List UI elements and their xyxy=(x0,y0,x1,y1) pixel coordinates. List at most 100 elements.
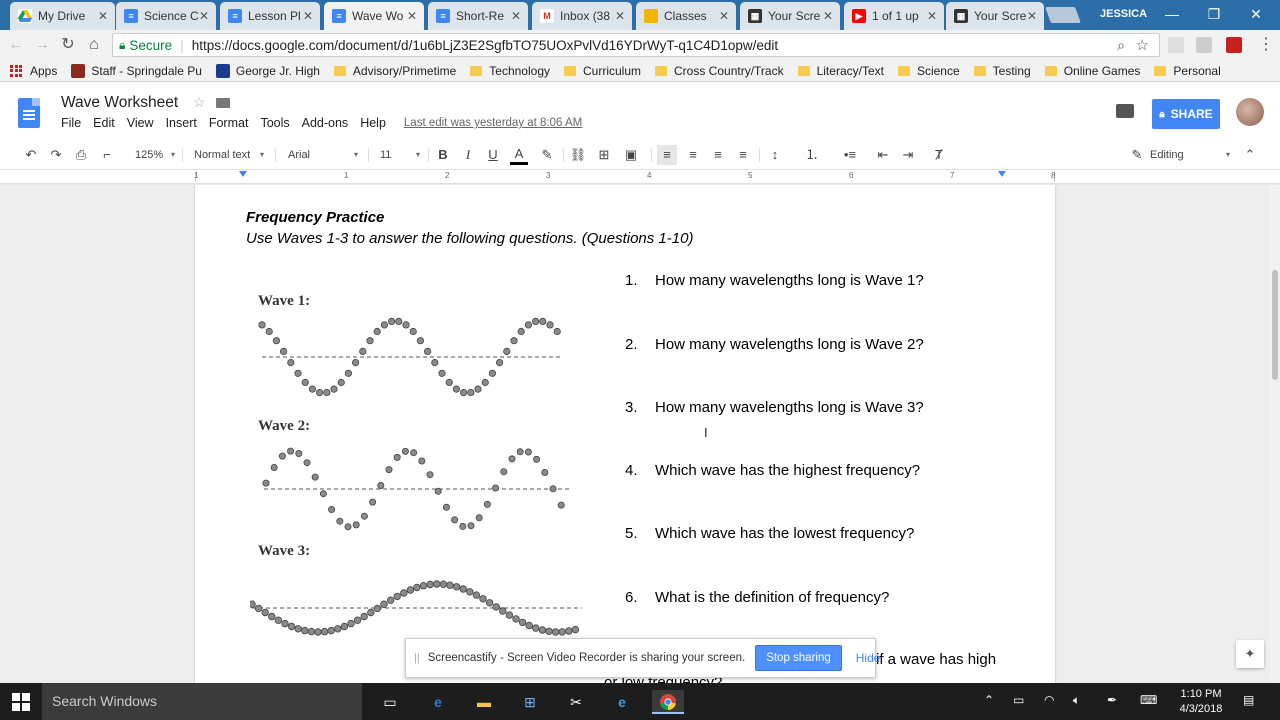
pen-icon[interactable]: ✒ xyxy=(1107,693,1117,707)
windows-start-icon[interactable] xyxy=(12,693,30,711)
keyboard-icon[interactable]: ⌨ xyxy=(1140,693,1157,707)
menu-dots-icon[interactable]: ⋮ xyxy=(1256,35,1276,55)
editing-mode-select[interactable]: Editing ▾ xyxy=(1150,145,1230,165)
bookmark-folder-advisory[interactable]: Advisory/Primetime xyxy=(333,64,456,78)
link-icon[interactable]: ⛓ xyxy=(569,145,587,165)
comment-add-icon[interactable]: ⊞ xyxy=(595,145,613,165)
folder-icon[interactable] xyxy=(216,98,230,108)
waves-figure-image[interactable]: Wave 1: Wave 2: Wave 3: xyxy=(250,285,590,640)
menu-view[interactable]: View xyxy=(127,116,154,130)
menu-add-ons[interactable]: Add-ons xyxy=(302,116,349,130)
underline-icon[interactable]: U xyxy=(485,145,501,165)
close-window-icon[interactable]: ✕ xyxy=(1241,4,1271,24)
minimize-icon[interactable]: — xyxy=(1157,4,1187,24)
image-icon[interactable]: ▣ xyxy=(620,145,642,165)
back-icon[interactable]: ← xyxy=(6,35,26,55)
close-icon[interactable]: ✕ xyxy=(614,9,626,23)
bookmark-folder-cross-country[interactable]: Cross Country/Track xyxy=(655,64,784,78)
hide-link[interactable]: Hide xyxy=(856,651,881,665)
bulleted-list-icon[interactable]: •≡ xyxy=(836,145,864,165)
url-text[interactable]: https://docs.google.com/document/d/1u6bL… xyxy=(192,38,778,53)
wifi-icon[interactable]: ◠ xyxy=(1044,693,1054,707)
edge-icon[interactable]: e xyxy=(426,690,450,714)
undo-icon[interactable]: ↶ xyxy=(22,145,40,165)
reload-icon[interactable]: ↻ xyxy=(58,35,78,55)
tab-classes[interactable]: Classes ✕ xyxy=(636,2,736,30)
internet-explorer-icon[interactable]: e xyxy=(610,690,634,714)
snipping-tool-icon[interactable]: ✂ xyxy=(564,690,588,714)
bookmark-folder-personal[interactable]: Personal xyxy=(1154,64,1221,78)
menu-format[interactable]: Format xyxy=(209,116,249,130)
clock[interactable]: 1:10 PM 4/3/2018 xyxy=(1172,687,1230,717)
bookmark-apps[interactable]: Apps xyxy=(10,64,57,78)
redo-icon[interactable]: ↷ xyxy=(47,145,65,165)
align-justify-icon[interactable]: ≡ xyxy=(733,145,753,165)
battery-icon[interactable]: ▭ xyxy=(1013,693,1024,707)
new-tab-button[interactable] xyxy=(1045,7,1081,23)
zoom-search-icon[interactable]: ⌕ xyxy=(1117,37,1125,54)
tab-your-screen-1[interactable]: ▦ Your Scre ✕ xyxy=(740,2,840,30)
close-icon[interactable]: ✕ xyxy=(822,9,834,23)
windows-search-box[interactable]: Search Windows xyxy=(42,683,362,720)
bookmark-folder-literacy[interactable]: Literacy/Text xyxy=(797,64,884,78)
bookmark-star-icon[interactable]: ☆ xyxy=(1136,36,1149,54)
drag-handle-icon[interactable]: || xyxy=(414,652,420,664)
profile-name[interactable]: JESSICA xyxy=(1100,8,1147,20)
tab-my-drive[interactable]: My Drive ✕ xyxy=(10,2,115,30)
close-icon[interactable]: ✕ xyxy=(302,9,314,23)
font-select[interactable]: Arial ▾ xyxy=(288,145,358,165)
close-icon[interactable]: ✕ xyxy=(926,9,938,23)
notifications-icon[interactable]: ▤ xyxy=(1243,693,1254,707)
align-right-icon[interactable]: ≡ xyxy=(708,145,728,165)
close-icon[interactable]: ✕ xyxy=(718,9,730,23)
share-button[interactable]: 🔒︎ SHARE xyxy=(1152,99,1220,129)
task-view-icon[interactable]: ▭ xyxy=(378,690,402,714)
menu-tools[interactable]: Tools xyxy=(260,116,289,130)
document-title[interactable]: Wave Worksheet xyxy=(61,94,178,112)
align-left-icon[interactable]: ≡ xyxy=(657,145,677,165)
tab-lesson[interactable]: ≡ Lesson Pl ✕ xyxy=(220,2,320,30)
close-icon[interactable]: ✕ xyxy=(198,9,210,23)
docs-logo-icon[interactable] xyxy=(18,98,40,128)
stop-sharing-button[interactable]: Stop sharing xyxy=(755,645,842,671)
file-explorer-icon[interactable]: ▬ xyxy=(472,690,496,714)
paint-format-icon[interactable]: ⌐ xyxy=(98,145,116,165)
align-center-icon[interactable]: ≡ xyxy=(683,145,703,165)
tab-wave-worksheet[interactable]: ≡ Wave Wo ✕ xyxy=(324,2,424,30)
tab-youtube[interactable]: ▶ 1 of 1 up ✕ xyxy=(844,2,944,30)
bookmark-staff[interactable]: Staff - Springdale Pu xyxy=(71,63,202,78)
bookmark-folder-technology[interactable]: Technology xyxy=(470,64,550,78)
menu-insert[interactable]: Insert xyxy=(166,116,197,130)
zoom-select[interactable]: 125% ▾ xyxy=(135,145,175,165)
close-icon[interactable]: ✕ xyxy=(510,9,522,23)
line-spacing-icon[interactable]: ↕ xyxy=(766,145,784,165)
close-icon[interactable]: ✕ xyxy=(97,9,109,23)
tab-short-re[interactable]: ≡ Short-Re ✕ xyxy=(428,2,528,30)
comments-icon[interactable] xyxy=(1116,104,1134,118)
text-color-icon[interactable]: A xyxy=(510,145,528,165)
address-bar[interactable]: 🔒︎ Secure | https://docs.google.com/docu… xyxy=(112,33,1160,57)
bold-icon[interactable]: B xyxy=(435,145,451,165)
font-size-select[interactable]: 11 ▾ xyxy=(380,145,420,165)
chrome-icon[interactable] xyxy=(652,690,684,714)
explore-icon[interactable]: ✦ xyxy=(1236,640,1264,668)
italic-icon[interactable]: I xyxy=(460,145,476,165)
print-icon[interactable]: ⎙ xyxy=(72,145,90,165)
bookmark-folder-curriculum[interactable]: Curriculum xyxy=(564,64,641,78)
scrollbar-thumb[interactable] xyxy=(1272,270,1278,380)
extension-icon[interactable] xyxy=(1196,37,1212,53)
highlight-icon[interactable]: ✎ xyxy=(538,145,556,165)
volume-icon[interactable]: 🔈︎ xyxy=(1073,693,1080,708)
last-edit-link[interactable]: Last edit was yesterday at 8:06 AM xyxy=(404,117,582,130)
home-icon[interactable]: ⌂ xyxy=(84,35,104,55)
tab-inbox[interactable]: M Inbox (38 ✕ xyxy=(532,2,632,30)
tab-your-screen-2[interactable]: ▦ Your Scre ✕ xyxy=(946,2,1044,30)
menu-edit[interactable]: Edit xyxy=(93,116,115,130)
forward-icon[interactable]: → xyxy=(32,35,52,55)
numbered-list-icon[interactable]: ⒈ xyxy=(798,145,826,165)
star-icon[interactable]: ☆ xyxy=(193,94,206,111)
chevron-up-icon[interactable]: ⌃ xyxy=(984,693,994,707)
extension-icon[interactable] xyxy=(1168,37,1184,53)
increase-indent-icon[interactable]: ⇥ xyxy=(899,145,917,165)
decrease-indent-icon[interactable]: ⇤ xyxy=(874,145,892,165)
